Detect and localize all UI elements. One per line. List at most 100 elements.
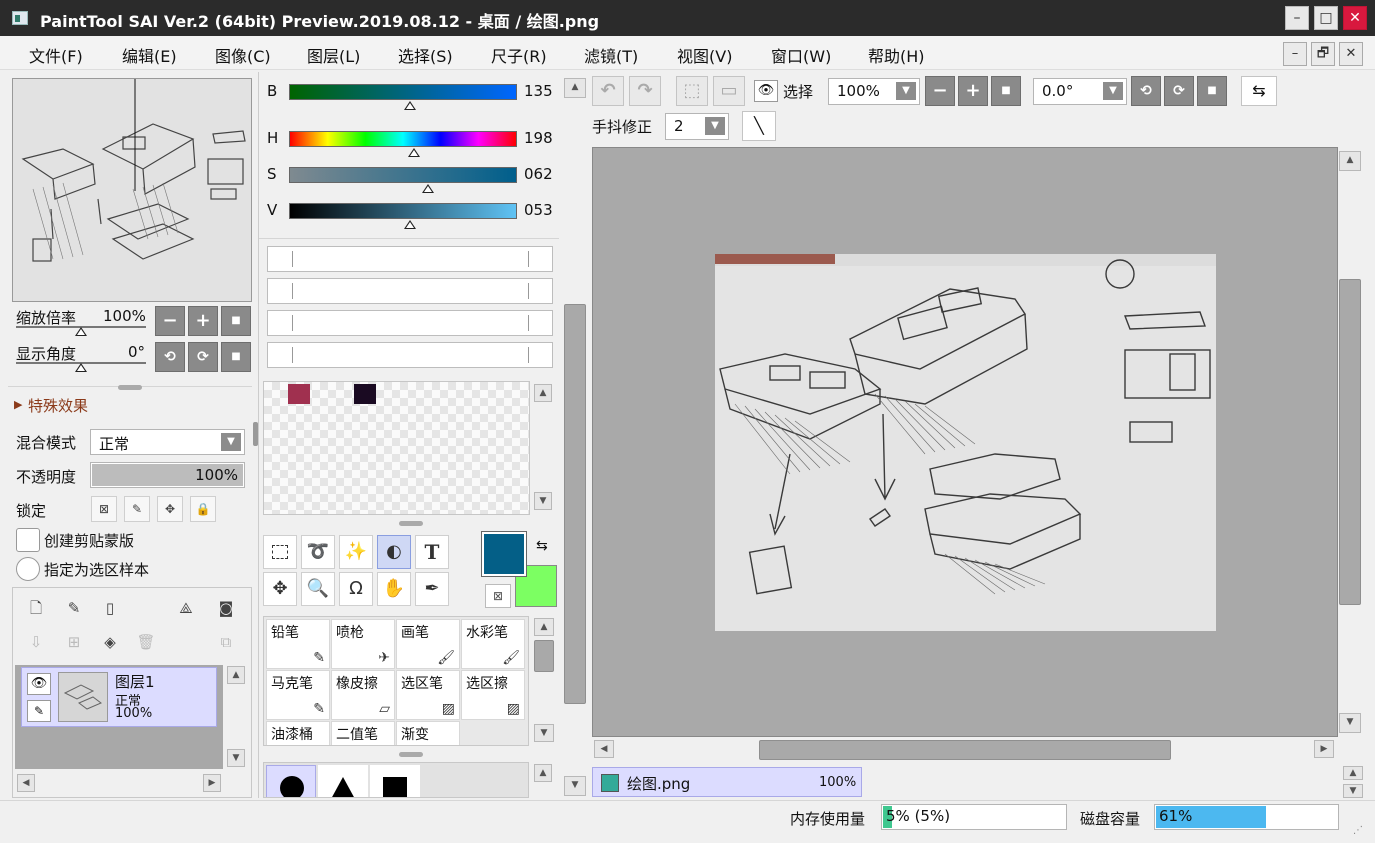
layer-scroll-down[interactable]: ▼ bbox=[227, 749, 245, 767]
expand-arrow-icon[interactable]: ▶ bbox=[14, 398, 22, 411]
zoom-tool[interactable]: 🔍 bbox=[301, 572, 335, 606]
opacity-slider[interactable]: 100% bbox=[90, 462, 245, 488]
shape-scroll-up[interactable]: ▲ bbox=[534, 764, 552, 782]
straight-line-button[interactable]: ╲ bbox=[742, 111, 776, 141]
layer-row[interactable]: 👁 ✎ 图层1 正常 100% bbox=[21, 667, 217, 727]
swatch-palette[interactable] bbox=[263, 381, 530, 515]
canvas-scroll-up[interactable]: ▲ bbox=[1339, 151, 1361, 171]
text-tool[interactable]: T bbox=[415, 535, 449, 569]
rotate-left-button[interactable]: ⟲ bbox=[155, 342, 185, 372]
undo-button[interactable]: ↶ bbox=[592, 76, 624, 106]
perspective-ruler-icon[interactable]: ⟁ bbox=[173, 596, 199, 622]
brush-bucket[interactable]: 油漆桶 bbox=[266, 721, 330, 745]
v-slider-marker[interactable] bbox=[403, 220, 416, 229]
swatch-scroll-up[interactable]: ▲ bbox=[534, 384, 552, 402]
clip-mask-checkbox[interactable] bbox=[16, 528, 40, 552]
color-slot-2[interactable] bbox=[267, 278, 553, 304]
menu-window[interactable]: 窗口(W) bbox=[771, 43, 831, 67]
zoom-in-button[interactable]: + bbox=[188, 306, 218, 336]
swatch-color[interactable] bbox=[288, 384, 310, 404]
rotate-right-button[interactable]: ⟳ bbox=[188, 342, 218, 372]
document-tab[interactable]: 绘图.png 100% bbox=[592, 767, 862, 797]
brush-scroll-thumb[interactable] bbox=[534, 640, 554, 672]
menu-filter[interactable]: 滤镜(T) bbox=[584, 43, 638, 67]
panel-scroll-down[interactable]: ▼ bbox=[564, 776, 586, 796]
zoom-out-button[interactable]: − bbox=[155, 306, 185, 336]
color-slot-4[interactable] bbox=[267, 342, 553, 368]
mdi-minimize-button[interactable]: – bbox=[1283, 42, 1307, 66]
canvas-zoom-out-button[interactable]: − bbox=[925, 76, 955, 106]
canvas-scroll-right[interactable]: ▶ bbox=[1314, 740, 1334, 758]
deselect-button[interactable]: ⬚ bbox=[676, 76, 708, 106]
brush-watercolor[interactable]: 水彩笔 🖌 bbox=[461, 619, 525, 669]
brush-selection-pen[interactable]: 选区笔 ▨ bbox=[396, 670, 460, 720]
effects-label[interactable]: 特殊效果 bbox=[28, 395, 88, 416]
layer-scroll-up[interactable]: ▲ bbox=[227, 666, 245, 684]
close-button[interactable]: ✕ bbox=[1343, 6, 1367, 30]
redo-button[interactable]: ↷ bbox=[629, 76, 661, 106]
brush-scroll-down[interactable]: ▼ bbox=[534, 724, 554, 742]
tabs-scroll-down[interactable]: ▼ bbox=[1343, 784, 1363, 798]
menu-image[interactable]: 图像(C) bbox=[215, 43, 271, 67]
lock-move-button[interactable]: ✥ bbox=[157, 496, 183, 522]
merge-down-icon[interactable]: ⇩ bbox=[23, 630, 49, 656]
menu-ruler[interactable]: 尺子(R) bbox=[491, 43, 547, 67]
lock-all-button[interactable]: 🔒 bbox=[190, 496, 216, 522]
swatch-scroll-down[interactable]: ▼ bbox=[534, 492, 552, 510]
clear-layer-icon[interactable]: ◈ bbox=[97, 630, 123, 656]
tabs-scroll-up[interactable]: ▲ bbox=[1343, 766, 1363, 780]
brush-marker[interactable]: 马克笔 ✎ bbox=[266, 670, 330, 720]
flip-horizontal-button[interactable]: ⇆ bbox=[1241, 76, 1277, 106]
mdi-restore-button[interactable]: 🗗 bbox=[1311, 42, 1335, 66]
brush-brush[interactable]: 画笔 🖌 bbox=[396, 619, 460, 669]
invert-selection-button[interactable]: ▭ bbox=[713, 76, 745, 106]
resize-grip-icon[interactable]: ⋰ bbox=[1353, 825, 1363, 836]
eye-icon[interactable]: 👁 bbox=[754, 80, 778, 102]
canvas-artwork[interactable] bbox=[715, 254, 1216, 631]
s-slider-marker[interactable] bbox=[422, 184, 435, 193]
hand-tool[interactable]: ✋ bbox=[377, 572, 411, 606]
canvas-rotate-right-button[interactable]: ⟳ bbox=[1164, 76, 1194, 106]
lock-transparency-button[interactable]: ⊠ bbox=[91, 496, 117, 522]
canvas-angle-select[interactable]: 0.0° ▼ bbox=[1033, 78, 1127, 105]
new-layer-set-icon[interactable]: ▯ bbox=[97, 596, 123, 622]
duplicate-layer-icon[interactable]: ⧉ bbox=[213, 630, 239, 656]
lasso-tool[interactable]: ➰ bbox=[301, 535, 335, 569]
brush-gradient[interactable]: 渐变 bbox=[396, 721, 460, 745]
canvas-vscroll-thumb[interactable] bbox=[1339, 279, 1361, 605]
rotate-tool[interactable]: Ω bbox=[339, 572, 373, 606]
panel-splitter-handle[interactable] bbox=[399, 521, 423, 526]
menu-select[interactable]: 选择(S) bbox=[398, 43, 453, 67]
round-shape-button[interactable] bbox=[266, 765, 316, 797]
panel-scroll-up[interactable]: ▲ bbox=[564, 78, 586, 98]
canvas-area[interactable] bbox=[592, 147, 1338, 737]
menu-view[interactable]: 视图(V) bbox=[677, 43, 732, 67]
panel-scroll-thumb[interactable] bbox=[564, 304, 586, 704]
brush-selection-eraser[interactable]: 选区擦 ▨ bbox=[461, 670, 525, 720]
canvas-rotate-left-button[interactable]: ⟲ bbox=[1131, 76, 1161, 106]
lock-paint-button[interactable]: ✎ bbox=[124, 496, 150, 522]
zoom-slider-marker[interactable] bbox=[75, 327, 87, 336]
canvas-hscroll-thumb[interactable] bbox=[759, 740, 1171, 760]
canvas-scroll-left[interactable]: ◀ bbox=[594, 740, 614, 758]
minimize-button[interactable]: – bbox=[1285, 6, 1309, 30]
new-raster-layer-icon[interactable]: ✎ bbox=[61, 596, 87, 622]
angle-slider-marker[interactable] bbox=[75, 363, 87, 372]
eyedropper-tool[interactable]: ✒ bbox=[415, 572, 449, 606]
square-shape-button[interactable] bbox=[370, 765, 420, 797]
canvas-zoom-in-button[interactable]: + bbox=[958, 76, 988, 106]
mdi-close-button[interactable]: ✕ bbox=[1339, 42, 1363, 66]
layer-mask-icon[interactable]: ◙ bbox=[213, 596, 239, 622]
canvas-angle-reset-button[interactable]: ■ bbox=[1197, 76, 1227, 106]
layer-scroll-right[interactable]: ▶ bbox=[203, 774, 221, 792]
brush-airbrush[interactable]: 喷枪 ✈ bbox=[331, 619, 395, 669]
canvas-zoom-select[interactable]: 100% ▼ bbox=[828, 78, 920, 105]
b-slider-marker[interactable] bbox=[403, 101, 416, 110]
magic-wand-tool[interactable]: ✨ bbox=[339, 535, 373, 569]
v-slider[interactable] bbox=[289, 203, 517, 219]
panel-splitter-handle[interactable] bbox=[118, 385, 142, 390]
eye-icon[interactable]: 👁 bbox=[27, 673, 51, 695]
primary-color[interactable] bbox=[481, 531, 527, 577]
rect-select-tool[interactable] bbox=[263, 535, 297, 569]
menu-help[interactable]: 帮助(H) bbox=[868, 43, 925, 67]
